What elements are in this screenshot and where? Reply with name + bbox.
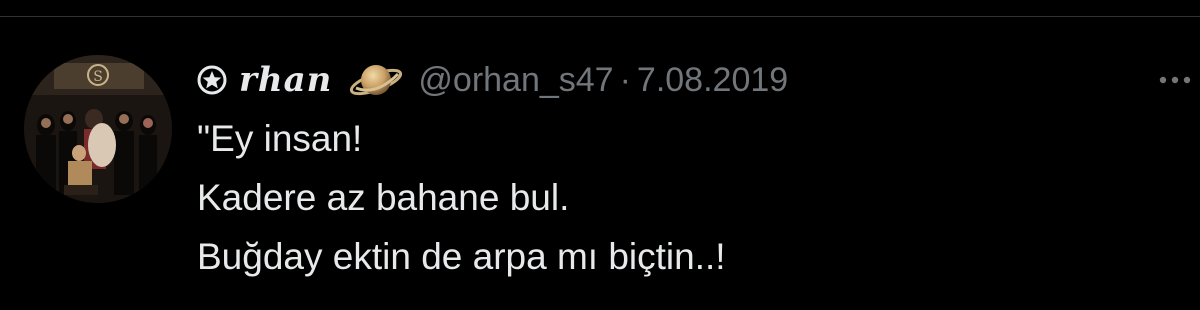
- avatar-photo: S: [24, 55, 172, 203]
- tweet-header: rhan @orhan_s47 · 7.08.2019: [197, 55, 788, 105]
- avatar[interactable]: S: [24, 55, 172, 203]
- tweet-line: Buğday ektin de arpa mı biçtin..!: [197, 236, 726, 277]
- handle[interactable]: @orhan_s47: [418, 61, 613, 100]
- more-horizontal-icon[interactable]: [1158, 73, 1192, 87]
- saturn-planet-icon: [350, 65, 403, 96]
- tweet-date[interactable]: 7.08.2019: [637, 61, 788, 100]
- tweet[interactable]: S rhan @orhan_s47 · 7.08.2019 "Ey insan!…: [0, 17, 1200, 310]
- star-circle-icon: [197, 65, 227, 95]
- tweet-text: "Ey insan! Kadere az bahane bul. Buğday …: [197, 109, 726, 286]
- display-name[interactable]: rhan: [239, 60, 332, 100]
- tweet-line: "Ey insan!: [197, 118, 363, 159]
- separator-dot: ·: [619, 60, 631, 99]
- tweet-line: Kadere az bahane bul.: [197, 177, 570, 218]
- svg-text:S: S: [93, 69, 103, 85]
